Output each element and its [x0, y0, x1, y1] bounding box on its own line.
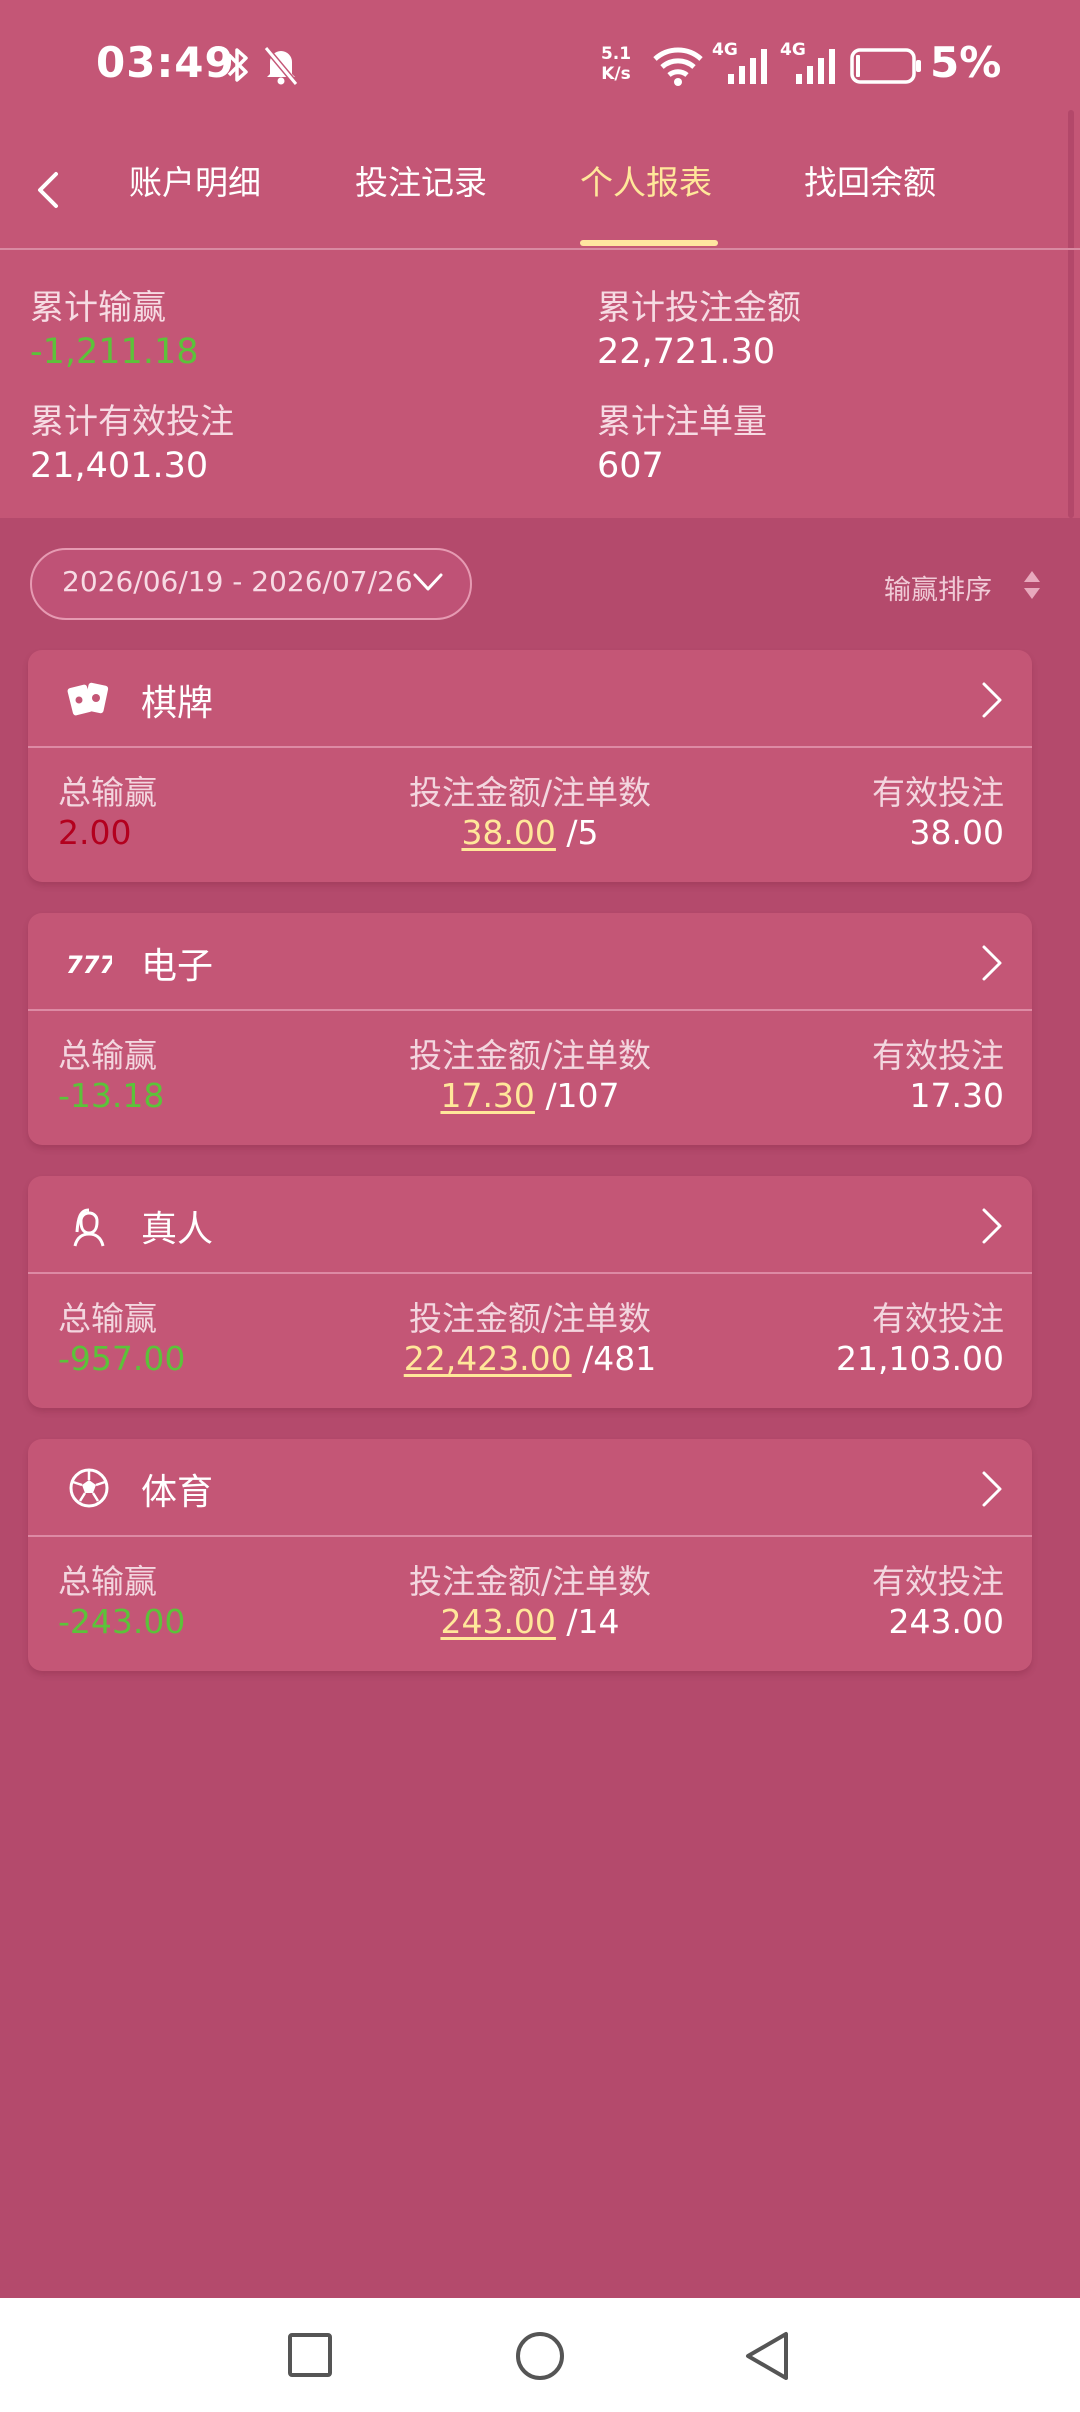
- valid-bet-label: 有效投注: [872, 773, 1004, 812]
- bet-orders-label: 投注金额/注单数: [408, 1562, 652, 1601]
- win-loss-label: 总输赢: [58, 1299, 157, 1338]
- order-count: /5: [566, 813, 599, 852]
- sort-button[interactable]: 输赢排序: [884, 568, 992, 607]
- date-range-text: 2026/06/19 - 2026/07/26: [62, 565, 413, 598]
- total-bet-label: 累计投注金额: [597, 288, 801, 328]
- valid-bet-value: 21,401.30: [30, 446, 209, 486]
- bet-amount-link[interactable]: 17.30: [440, 1076, 534, 1115]
- valid-bet-value: 21,103.00: [836, 1339, 1004, 1378]
- valid-bet-label: 有效投注: [872, 1562, 1004, 1601]
- report-tabs: 账户明细 投注记录 个人报表 找回余额: [0, 130, 1080, 250]
- net-speed: 5.1 K/s: [594, 44, 638, 84]
- card-header[interactable]: 棋牌: [28, 650, 1032, 748]
- chevron-right-icon: [982, 945, 1002, 981]
- win-loss-label: 总输赢: [58, 773, 157, 812]
- tab-bet-records[interactable]: 投注记录: [355, 156, 487, 204]
- card-header[interactable]: 777 电子: [28, 913, 1032, 1011]
- order-count: /481: [582, 1339, 657, 1378]
- valid-bet-value: 243.00: [888, 1602, 1004, 1641]
- tab-recover-balance[interactable]: 找回余额: [804, 156, 936, 204]
- svg-text:777: 777: [66, 951, 112, 979]
- category-card-live[interactable]: 真人 总输赢 投注金额/注单数 有效投注 -957.00 22,423.00 /…: [28, 1176, 1032, 1408]
- tab-account-details[interactable]: 账户明细: [129, 156, 261, 204]
- signal-bars-icon: [728, 49, 767, 84]
- bet-orders-value: 243.00 /14: [330, 1602, 730, 1641]
- bet-orders-value: 38.00 /5: [330, 813, 730, 852]
- bet-orders-label: 投注金额/注单数: [408, 1299, 652, 1338]
- order-count: /14: [566, 1602, 620, 1641]
- valid-bet-label: 有效投注: [872, 1036, 1004, 1075]
- order-count-value: 607: [597, 446, 664, 486]
- battery-icon: [850, 48, 921, 84]
- valid-bet-value: 17.30: [909, 1076, 1004, 1115]
- card-header[interactable]: 体育: [28, 1439, 1032, 1537]
- card-title: 电子: [141, 946, 214, 987]
- bet-orders-value: 17.30 /107: [330, 1076, 730, 1115]
- chevron-right-icon: [982, 682, 1002, 718]
- win-loss-value: -957.00: [58, 1339, 186, 1378]
- card-title: 体育: [141, 1472, 214, 1513]
- soccer-ball-icon: [69, 1468, 109, 1508]
- bet-orders-value: 22,423.00 /481: [330, 1339, 730, 1378]
- home-button[interactable]: [514, 2330, 566, 2382]
- wifi-icon: [653, 47, 703, 86]
- net-speed-unit: K/s: [601, 64, 631, 84]
- valid-bet-label: 累计有效投注: [30, 402, 234, 442]
- system-nav-bar: [0, 2298, 1080, 2412]
- slot-777-icon: 777: [66, 951, 112, 979]
- bet-amount-link[interactable]: 38.00: [461, 813, 555, 852]
- category-card-sports[interactable]: 体育 总输赢 投注金额/注单数 有效投注 -243.00 243.00 /14 …: [28, 1439, 1032, 1671]
- signal-2: 4G: [780, 40, 840, 86]
- category-card-chess[interactable]: 棋牌 总输赢 投注金额/注单数 有效投注 2.00 38.00 /5 38.00: [28, 650, 1032, 882]
- bet-orders-label: 投注金额/注单数: [408, 1036, 652, 1075]
- dealer-icon: [73, 1208, 105, 1247]
- signal-1: 4G: [712, 40, 772, 86]
- win-loss-value: -13.18: [58, 1076, 165, 1115]
- order-count: /107: [545, 1076, 620, 1115]
- net-speed-value: 5.1: [600, 44, 632, 64]
- bet-amount-link[interactable]: 22,423.00: [404, 1339, 572, 1378]
- category-card-electronic[interactable]: 777 电子 总输赢 投注金额/注单数 有效投注 -13.18 17.30 /1…: [28, 913, 1032, 1145]
- win-loss-value: 2.00: [58, 813, 132, 852]
- win-loss-label: 总输赢: [58, 1036, 157, 1075]
- status-time: 03:49: [96, 38, 235, 87]
- mute-bell-icon: [263, 46, 299, 86]
- card-header[interactable]: 真人: [28, 1176, 1032, 1274]
- status-bar: 03:49 5.1 K/s 4G 4G 5%: [0, 0, 1080, 130]
- total-bet-value: 22,721.30: [597, 332, 776, 372]
- active-tab-indicator: [580, 240, 718, 246]
- battery-level: 5%: [930, 38, 1002, 87]
- signal-bars-icon: [796, 49, 835, 84]
- date-range-picker[interactable]: 2026/06/19 - 2026/07/26: [30, 548, 472, 620]
- recent-apps-button[interactable]: [286, 2330, 334, 2380]
- tab-personal-report[interactable]: 个人报表: [580, 156, 712, 204]
- bluetooth-icon: [227, 48, 248, 82]
- chevron-down-icon: [413, 573, 443, 591]
- total-win-loss-label: 累计输赢: [30, 288, 166, 328]
- back-arrow-icon[interactable]: [26, 160, 70, 220]
- total-win-loss-value: -1,211.18: [30, 332, 199, 372]
- chevron-right-icon: [982, 1471, 1002, 1507]
- bet-amount-link[interactable]: 243.00: [440, 1602, 555, 1641]
- chevron-right-icon: [982, 1208, 1002, 1244]
- back-button[interactable]: [742, 2330, 792, 2382]
- order-count-label: 累计注单量: [597, 402, 767, 442]
- sort-icon[interactable]: [1020, 568, 1044, 602]
- cards-icon: [67, 682, 109, 716]
- valid-bet-label: 有效投注: [872, 1299, 1004, 1338]
- valid-bet-value: 38.00: [909, 813, 1004, 852]
- win-loss-value: -243.00: [58, 1602, 186, 1641]
- card-title: 真人: [141, 1209, 214, 1250]
- card-title: 棋牌: [141, 683, 214, 724]
- win-loss-label: 总输赢: [58, 1562, 157, 1601]
- bet-orders-label: 投注金额/注单数: [408, 773, 652, 812]
